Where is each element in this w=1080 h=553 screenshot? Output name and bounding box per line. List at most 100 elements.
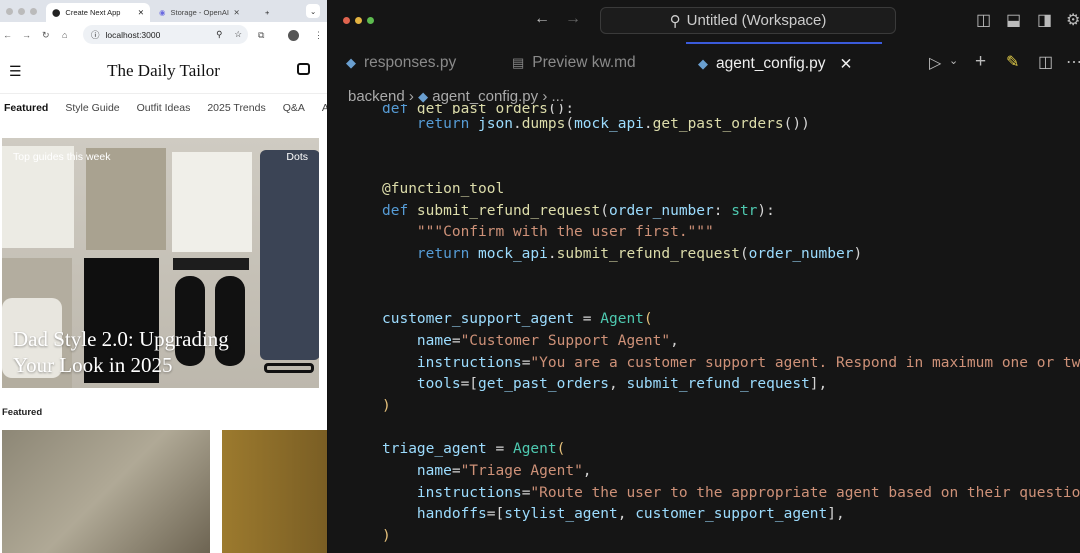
window-close-button[interactable]: [6, 8, 13, 15]
code-line[interactable]: name="Customer Support Agent",: [328, 331, 1080, 353]
code-token: tools: [416, 376, 461, 393]
code-token: get_past_orders: [652, 116, 784, 132]
forward-icon[interactable]: →: [22, 30, 31, 40]
tab-search-button[interactable]: ⌄: [306, 4, 321, 18]
back-icon[interactable]: ←: [3, 30, 12, 40]
code-token: ):: [757, 202, 775, 219]
code-token: =[: [486, 506, 505, 523]
site-title[interactable]: The Daily Tailor: [107, 61, 220, 81]
close-tab-icon[interactable]: ✕: [839, 55, 852, 74]
window-minimize-button[interactable]: [355, 17, 362, 24]
featured-heading: Featured: [2, 407, 43, 418]
tab-preview-kw-md[interactable]: ▤ Preview kw.md: [512, 42, 636, 84]
code-line[interactable]: return mock_api.submit_refund_request(or…: [328, 244, 1080, 266]
back-arrow-icon[interactable]: ←: [534, 10, 550, 28]
window-minimize-button[interactable]: [18, 8, 25, 15]
code-token: order_number: [748, 246, 854, 263]
category-2025-trends[interactable]: 2025 Trends: [207, 102, 265, 114]
more-actions-icon[interactable]: ⋯: [1066, 52, 1080, 72]
code-line[interactable]: instructions="Route the user to the appr…: [328, 483, 1080, 505]
code-line[interactable]: """Confirm with the user first.""": [328, 222, 1080, 244]
window-close-button[interactable]: [343, 17, 350, 24]
window-zoom-button[interactable]: [367, 17, 374, 24]
preview-icon: ▤: [512, 55, 525, 70]
browser-tab-bar: ⬤Create Next App✕ ◉Storage - OpenAI AI✕ …: [0, 0, 327, 22]
code-line[interactable]: [328, 266, 1080, 288]
split-editor-icon[interactable]: ◫: [1038, 52, 1053, 72]
code-token: ,: [670, 332, 679, 349]
code-line[interactable]: customer_support_agent = Agent(: [328, 309, 1080, 331]
code-token: return: [416, 116, 479, 132]
code-token: get_past_orders: [478, 376, 609, 393]
browser-tab-storage[interactable]: ◉Storage - OpenAI AI✕: [153, 3, 253, 22]
code-line[interactable]: instructions="You are a customer support…: [328, 353, 1080, 375]
code-line[interactable]: [328, 157, 1080, 179]
code-line[interactable]: [328, 418, 1080, 440]
breadcrumb-folder[interactable]: backend: [348, 88, 405, 105]
category-outfit-ideas[interactable]: Outfit Ideas: [137, 102, 191, 114]
code-line[interactable]: ): [328, 526, 1080, 548]
category-style-guide[interactable]: Style Guide: [65, 102, 119, 114]
close-tab-icon[interactable]: ✕: [234, 8, 240, 17]
close-tab-icon[interactable]: ✕: [138, 8, 144, 17]
forward-arrow-icon[interactable]: →: [565, 10, 581, 28]
code-line[interactable]: tools=[get_past_orders, submit_refund_re…: [328, 374, 1080, 396]
highlighter-icon[interactable]: ✎: [1006, 52, 1019, 72]
zoom-icon[interactable]: ⚲: [216, 29, 222, 40]
code-token: name: [416, 463, 452, 479]
command-center-search[interactable]: ⚲ Untitled (Workspace): [600, 7, 896, 34]
code-token: name: [416, 332, 452, 349]
menu-icon[interactable]: ⋮: [314, 30, 323, 41]
profile-avatar[interactable]: [288, 30, 299, 41]
hero-title[interactable]: Dad Style 2.0: Upgrading Your Look in 202…: [13, 326, 229, 378]
toggle-sidebar-icon[interactable]: ◫: [976, 10, 991, 30]
code-line[interactable]: triage_agent = Agent(: [328, 439, 1080, 461]
code-token: """Confirm with the user first.""": [416, 224, 714, 241]
run-dropdown-chevron-icon[interactable]: ⌄: [949, 54, 958, 67]
run-icon[interactable]: ▷: [929, 53, 941, 73]
code-line[interactable]: [328, 136, 1080, 158]
window-zoom-button[interactable]: [30, 8, 37, 15]
featured-card[interactable]: [222, 430, 327, 553]
code-token: json: [478, 116, 513, 132]
code-token: submit_refund_request: [626, 376, 810, 393]
code-line[interactable]: [328, 288, 1080, 310]
new-tab-button[interactable]: +: [259, 3, 275, 22]
code-area[interactable]: def get_past_orders(): return json.dumps…: [328, 104, 1080, 548]
breadcrumb-file[interactable]: agent_config.py: [432, 88, 538, 105]
category-more[interactable]: A: [322, 102, 327, 114]
code-line[interactable]: def get_past_orders():: [328, 104, 1080, 114]
code-line[interactable]: def submit_refund_request(order_number: …: [328, 201, 1080, 223]
new-file-plus-icon[interactable]: +: [975, 51, 986, 73]
bookmark-star-icon[interactable]: ☆: [234, 29, 242, 40]
code-line[interactable]: return json.dumps(mock_api.get_past_orde…: [328, 114, 1080, 136]
code-token: submit_refund_request: [556, 246, 740, 263]
code-line[interactable]: name="Triage Agent",: [328, 461, 1080, 483]
code-line[interactable]: @function_tool: [328, 179, 1080, 201]
address-bar[interactable]: ⓘ localhost:3000 ⚲ ☆: [83, 25, 248, 44]
code-token: ():: [547, 104, 575, 114]
featured-card[interactable]: [2, 430, 210, 553]
hero-image-shirt: [172, 152, 252, 252]
reload-icon[interactable]: ↻: [42, 30, 50, 41]
hero-banner[interactable]: Top guides this week Dots Dad Style 2.0:…: [2, 138, 319, 388]
category-featured[interactable]: Featured: [4, 102, 48, 114]
shopping-bag-icon[interactable]: [297, 63, 310, 75]
toggle-secondary-sidebar-icon[interactable]: ◨: [1037, 10, 1052, 30]
breadcrumb-symbol[interactable]: ...: [552, 88, 565, 105]
category-qa[interactable]: Q&A: [283, 102, 305, 114]
code-token: stylist_agent: [504, 506, 618, 523]
code-line[interactable]: ): [328, 396, 1080, 418]
tab-agent-config-py[interactable]: ◆ agent_config.py ✕: [686, 42, 882, 84]
settings-gear-icon[interactable]: ⚙: [1066, 10, 1080, 30]
browser-window: ⬤Create Next App✕ ◉Storage - OpenAI AI✕ …: [0, 0, 327, 553]
hamburger-menu-icon[interactable]: ☰: [9, 63, 22, 80]
toggle-panel-icon[interactable]: ⬓: [1006, 10, 1021, 30]
tab-responses-py[interactable]: ◆ responses.py: [346, 42, 456, 84]
extensions-icon[interactable]: ⧉: [258, 30, 264, 41]
code-token: Agent: [600, 311, 644, 328]
code-line[interactable]: handoffs=[stylist_agent, customer_suppor…: [328, 504, 1080, 526]
browser-tab-create-next-app[interactable]: ⬤ Create Next App ✕: [46, 3, 150, 22]
home-icon[interactable]: ⌂: [62, 30, 67, 40]
hero-dots-label[interactable]: Dots: [286, 151, 308, 163]
